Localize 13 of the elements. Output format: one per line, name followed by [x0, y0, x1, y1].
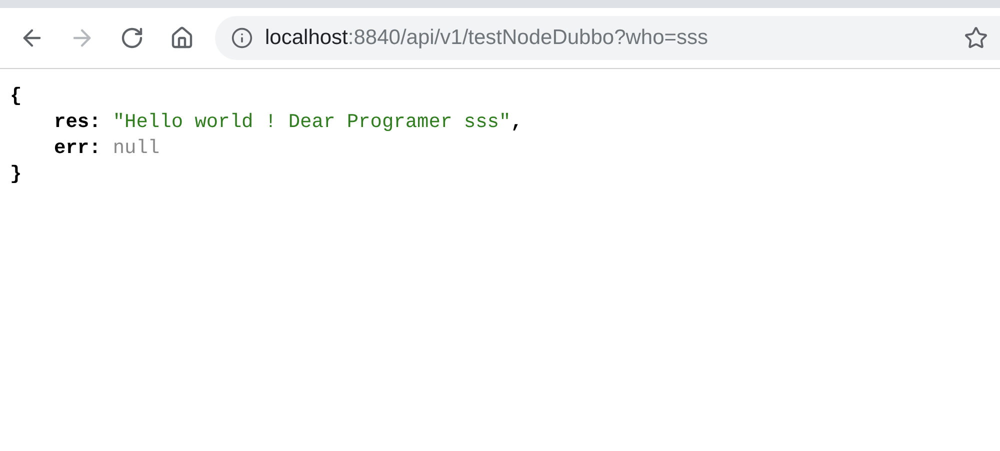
json-key: res: — [54, 109, 101, 135]
url-text: localhost:8840/api/v1/testNodeDubbo?who=sss — [265, 26, 708, 50]
json-value: null — [112, 136, 160, 161]
reload-icon — [120, 26, 144, 50]
json-brace: } — [10, 162, 22, 187]
json-value: "Hello world ! Dear Programer sss" — [112, 110, 511, 135]
json-brace: { — [10, 84, 22, 109]
house-icon — [170, 26, 194, 50]
json-comma: , — [510, 110, 522, 135]
bookmark-star-icon[interactable] — [964, 26, 988, 50]
json-key: err: — [54, 135, 101, 161]
address-bar[interactable]: localhost:8840/api/v1/testNodeDubbo?who=sss — [215, 16, 1000, 60]
info-icon[interactable] — [231, 27, 253, 49]
